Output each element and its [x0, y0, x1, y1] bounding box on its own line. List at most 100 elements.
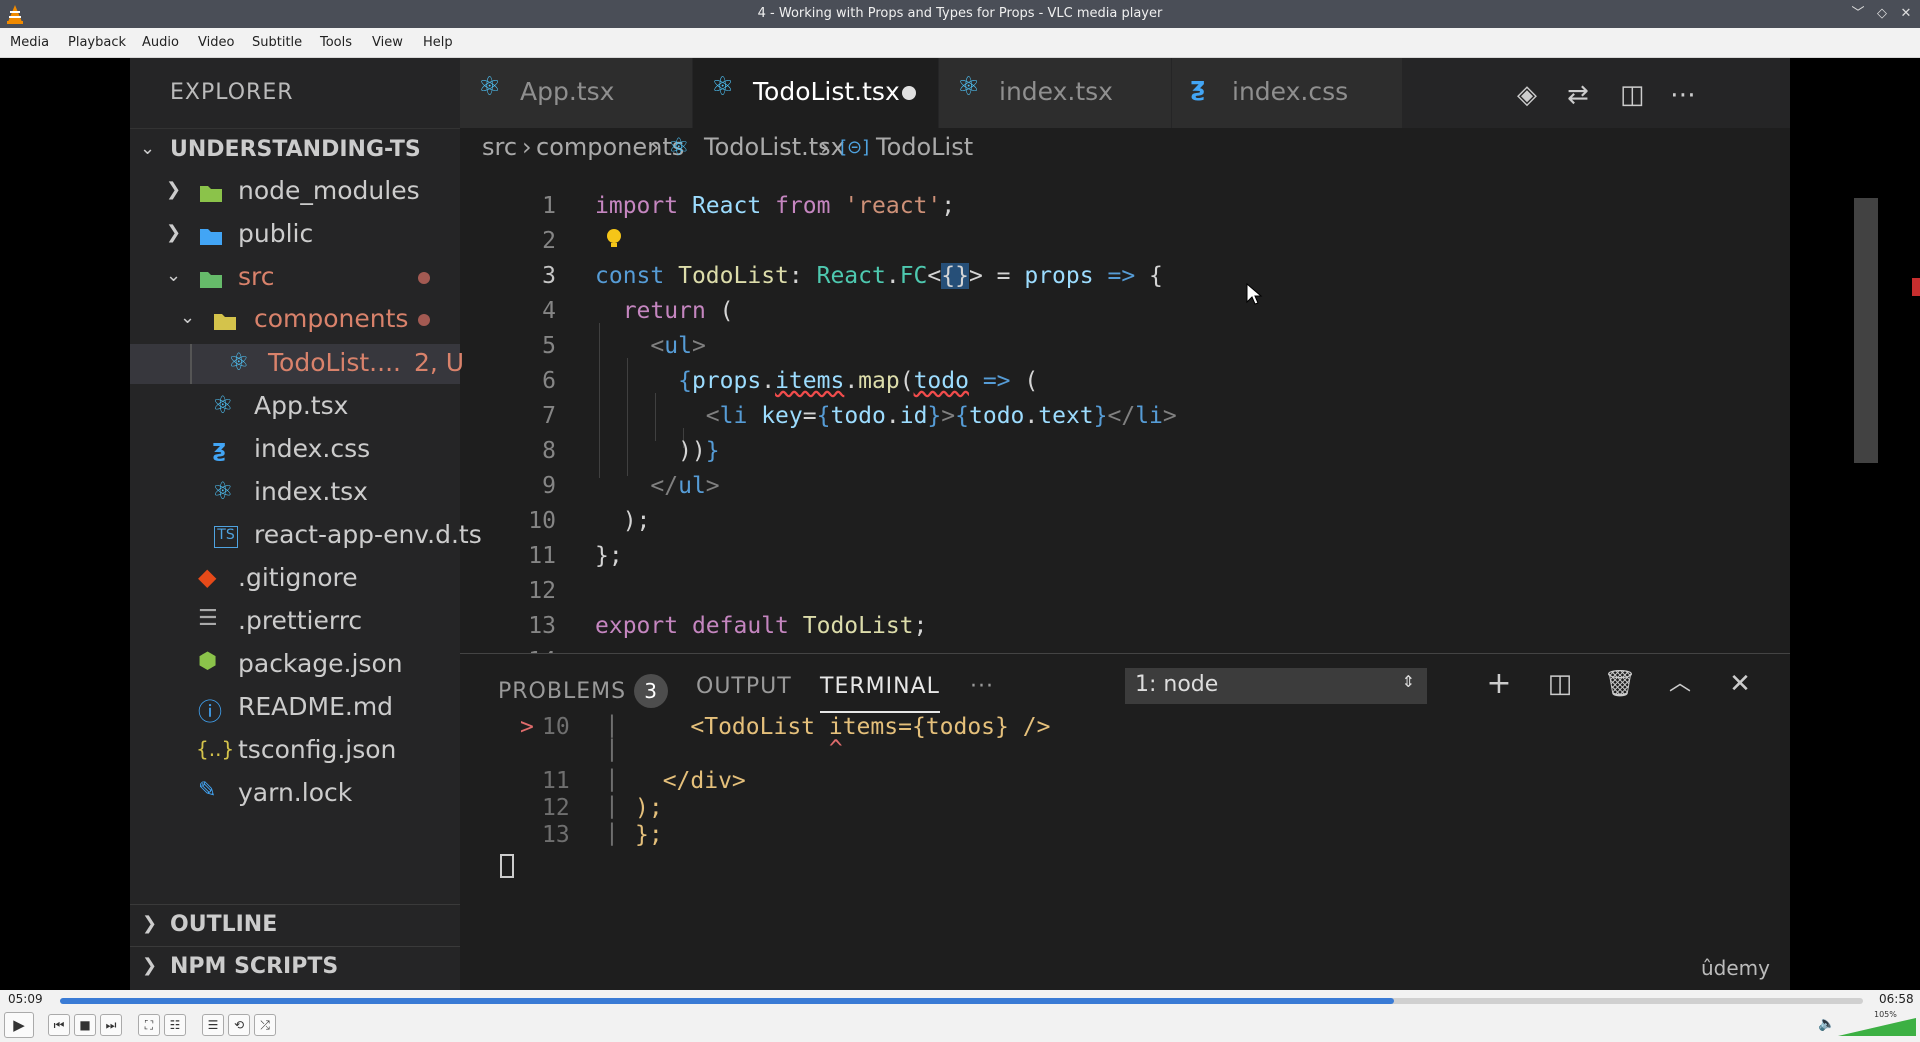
tree-item-label: react-app-env.d.ts — [254, 520, 482, 549]
tree-file-gitignore[interactable]: ◆ .gitignore — [130, 559, 460, 599]
tab-app-tsx[interactable]: ⚛ App.tsx — [460, 58, 692, 128]
line-number: 13 — [528, 613, 556, 639]
split-terminal-icon[interactable]: ◫ — [1540, 664, 1580, 704]
terminal-gutter: | — [605, 736, 619, 762]
tree-file-package-json[interactable]: ⬢ package.json — [130, 645, 460, 685]
video-area[interactable]: EXPLORER ⌄ UNDERSTANDING-TS ❯ node_modul… — [0, 58, 1920, 990]
editor-scrollbar[interactable] — [1854, 198, 1878, 463]
tree-file-index-tsx[interactable]: ⚛ index.tsx — [130, 473, 460, 513]
lightbulb-icon[interactable] — [605, 228, 623, 250]
explorer-title: EXPLORER — [170, 80, 294, 105]
source-control-icon[interactable]: ◈ — [1517, 80, 1537, 110]
tree-file-tsconfig[interactable]: {..} tsconfig.json — [130, 731, 460, 771]
code-line: const TodoList: React.FC<{}> = props => … — [595, 263, 1163, 289]
extended-settings-icon[interactable]: ☷ — [164, 1014, 186, 1036]
shuffle-icon[interactable]: ⤮ — [254, 1014, 276, 1036]
code-editor[interactable]: 1 2 3 4 5 6 7 8 9 10 11 12 13 14 import … — [460, 168, 1920, 674]
code-line: </ul> — [650, 473, 720, 499]
split-editor-icon[interactable]: ◫ — [1620, 80, 1645, 110]
code-line: ); — [595, 508, 651, 534]
npm-scripts-section[interactable]: ❯ NPM SCRIPTS — [130, 946, 460, 988]
tree-item-label: index.css — [254, 434, 371, 463]
terminal-select-value: 1: node — [1135, 672, 1219, 697]
more-panel-tabs-icon[interactable]: ··· — [970, 674, 994, 699]
tree-item-label: tsconfig.json — [238, 735, 397, 764]
problems-label: PROBLEMS — [498, 679, 627, 704]
chevron-down-icon: ⌄ — [180, 307, 196, 328]
more-actions-icon[interactable]: ⋯ — [1670, 80, 1696, 110]
breadcrumb-item[interactable]: TodoList — [876, 133, 973, 161]
tree-folder-components[interactable]: ⌄ components — [130, 300, 460, 340]
breadcrumb-item[interactable]: components — [536, 133, 684, 161]
menu-subtitle[interactable]: Subtitle — [252, 35, 302, 50]
modified-dot — [418, 314, 430, 326]
tree-file-yarn-lock[interactable]: ✎ yarn.lock — [130, 774, 460, 814]
menu-playback[interactable]: Playback — [68, 35, 126, 50]
trash-icon[interactable]: 🗑 — [1600, 664, 1640, 704]
project-header[interactable]: ⌄ UNDERSTANDING-TS — [130, 128, 460, 170]
terminal-code: ); — [635, 795, 663, 821]
info-icon: ⓘ — [198, 698, 222, 726]
react-icon: ⚛ — [711, 72, 735, 102]
loop-icon[interactable]: ⟲ — [228, 1014, 250, 1036]
menu-audio[interactable]: Audio — [142, 35, 179, 50]
unsaved-dot[interactable] — [902, 86, 916, 100]
menu-media[interactable]: Media — [10, 35, 49, 50]
indent-guide — [190, 344, 192, 384]
tree-file-index-css[interactable]: ƺ index.css — [130, 430, 460, 470]
git-icon: ◆ — [198, 563, 217, 591]
tree-item-label: .prettierrc — [238, 606, 363, 635]
speaker-icon[interactable]: 🔈 — [1818, 1016, 1835, 1032]
breadcrumb-item[interactable]: src — [482, 133, 517, 161]
code-line: <li key={todo.id}>{todo.text}</li> — [705, 403, 1177, 429]
tab-index-css[interactable]: ƺ index.css — [1172, 58, 1402, 128]
tree-item-label: App.tsx — [254, 391, 349, 420]
tab-index-tsx[interactable]: ⚛ index.tsx — [939, 58, 1171, 128]
react-icon: ⚛ — [228, 348, 250, 376]
tree-folder-public[interactable]: ❯ public — [130, 215, 460, 255]
seek-bar[interactable] — [60, 998, 1863, 1004]
tab-terminal[interactable]: TERMINAL — [820, 674, 940, 713]
tab-problems[interactable]: PROBLEMS 3 — [498, 674, 669, 708]
tree-file-react-app-env[interactable]: TS react-app-env.d.ts — [130, 516, 482, 556]
menu-tools[interactable]: Tools — [320, 35, 352, 50]
previous-icon[interactable]: ⏮ — [48, 1014, 70, 1036]
close-panel-icon[interactable]: ✕ — [1720, 664, 1760, 704]
terminal-select[interactable]: 1: node ⇕ — [1125, 668, 1427, 704]
chevron-up-icon[interactable]: ︿ — [1660, 664, 1700, 704]
fullscreen-icon[interactable]: ⛶ — [138, 1014, 160, 1036]
tree-file-todolist[interactable]: ⚛ TodoList.... 2, U — [130, 344, 464, 384]
chevron-down-icon: ⌄ — [166, 265, 182, 286]
tree-file-app[interactable]: ⚛ App.tsx — [130, 387, 460, 427]
menu-video[interactable]: Video — [198, 35, 234, 50]
tree-folder-node-modules[interactable]: ❯ node_modules — [130, 172, 460, 212]
tab-todolist-tsx[interactable]: ⚛ TodoList.tsx — [693, 58, 938, 128]
terminal-output[interactable]: > 10 | <TodoList items={todos} /> | ^ 11… — [460, 712, 1790, 984]
play-icon[interactable]: ▶ — [4, 1012, 34, 1038]
explorer-sidebar: EXPLORER ⌄ UNDERSTANDING-TS ❯ node_modul… — [130, 58, 482, 990]
tree-folder-src[interactable]: ⌄ src — [130, 258, 460, 298]
stop-icon[interactable]: ■ — [74, 1014, 96, 1036]
code-line: }; — [595, 543, 623, 569]
tab-label: App.tsx — [520, 77, 615, 106]
maximize-icon[interactable]: ◇ — [1873, 5, 1891, 23]
tree-file-prettierrc[interactable]: ☰ .prettierrc — [130, 602, 460, 642]
compare-changes-icon[interactable]: ⇄ — [1567, 80, 1589, 110]
terminal-cursor — [500, 854, 514, 878]
next-icon[interactable]: ⏭ — [100, 1014, 122, 1036]
terminal-prompt: > — [520, 714, 534, 740]
tree-item-label: public — [238, 219, 314, 248]
prettier-icon: ☰ — [198, 606, 218, 631]
tree-file-readme[interactable]: ⓘ README.md — [130, 688, 460, 728]
code-line: <ul> — [650, 333, 706, 359]
tree-item-label: node_modules — [238, 176, 420, 205]
playlist-icon[interactable]: ☰ — [202, 1014, 224, 1036]
menu-help[interactable]: Help — [423, 35, 453, 50]
outline-section[interactable]: ❯ OUTLINE — [130, 904, 460, 946]
mouse-cursor-icon — [1246, 282, 1263, 305]
close-icon[interactable]: ✕ — [1897, 5, 1915, 23]
menu-view[interactable]: View — [372, 35, 403, 50]
new-terminal-icon[interactable]: + — [1479, 664, 1519, 704]
minimize-icon[interactable]: ﹀ — [1849, 5, 1867, 23]
tab-output[interactable]: OUTPUT — [696, 674, 792, 699]
